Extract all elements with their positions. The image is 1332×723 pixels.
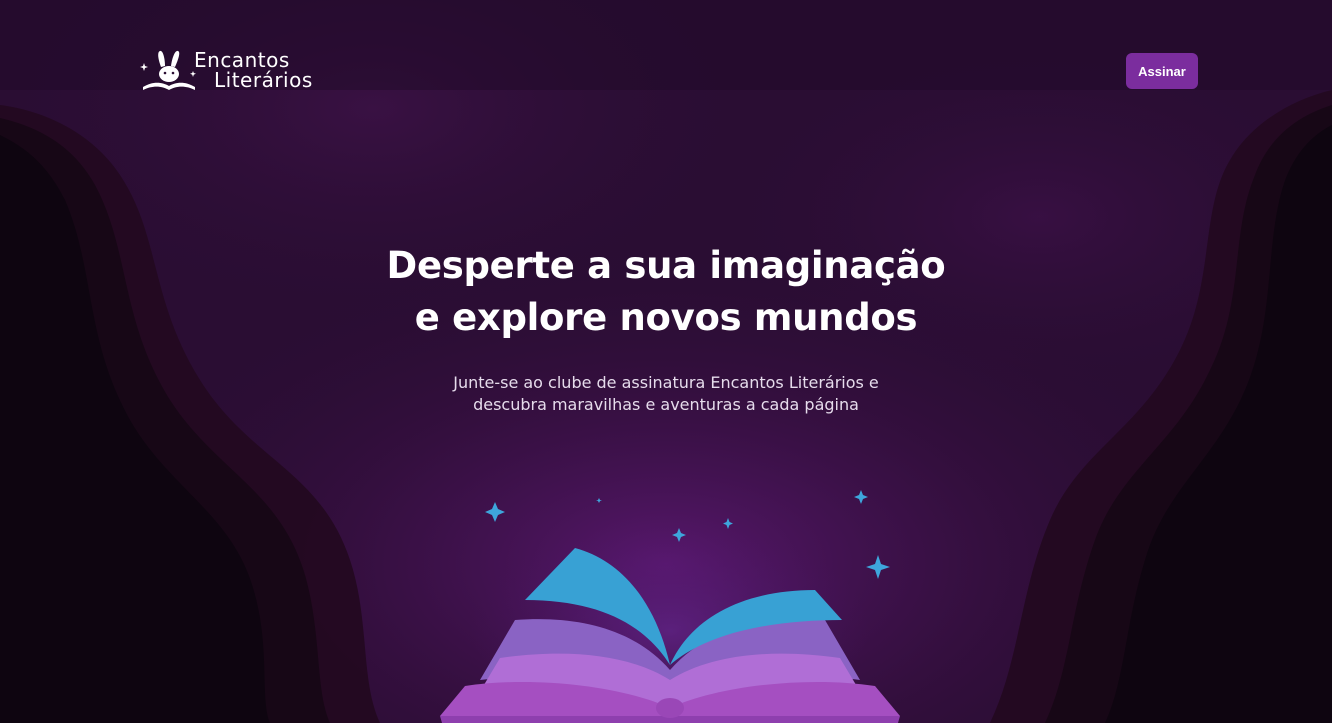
hero-title-line1: Desperte a sua imaginação — [386, 244, 946, 287]
hero-subtitle-line1: Junte-se ao clube de assinatura Encantos… — [453, 373, 879, 392]
site-header: Encantos Literários Assinar — [0, 0, 1332, 140]
hero-title: Desperte a sua imaginação e explore novo… — [266, 240, 1066, 344]
hero-subtitle: Junte-se ao clube de assinatura Encantos… — [366, 372, 966, 416]
landing-page: Encantos Literários Assinar Desperte a s… — [0, 0, 1332, 723]
subscribe-button[interactable]: Assinar — [1126, 53, 1198, 89]
brand-logo[interactable]: Encantos Literários — [138, 46, 338, 94]
hero-subtitle-line2: descubra maravilhas e aventuras a cada p… — [473, 395, 859, 414]
brand-name-line2: Literários — [214, 68, 313, 92]
hero-title-line2: e explore novos mundos — [414, 296, 918, 339]
rabbit-on-book-icon — [140, 50, 196, 90]
open-book-icon — [440, 490, 900, 723]
brand-name: Encantos Literários — [194, 50, 313, 90]
brand-name-line1: Encantos — [194, 48, 290, 72]
